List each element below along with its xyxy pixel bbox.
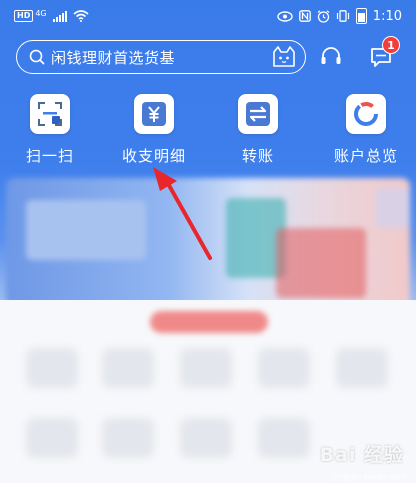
baidu-jingyan-watermark: Bai 经验 (320, 440, 404, 467)
annotation-arrow-shaft (164, 178, 212, 260)
watermark-logo-text: Bai 经验 (319, 444, 404, 466)
watermark-url: jingyan.baidu.com (332, 472, 406, 481)
annotation-arrow (153, 167, 212, 260)
annotation-arrow-head (153, 167, 177, 191)
